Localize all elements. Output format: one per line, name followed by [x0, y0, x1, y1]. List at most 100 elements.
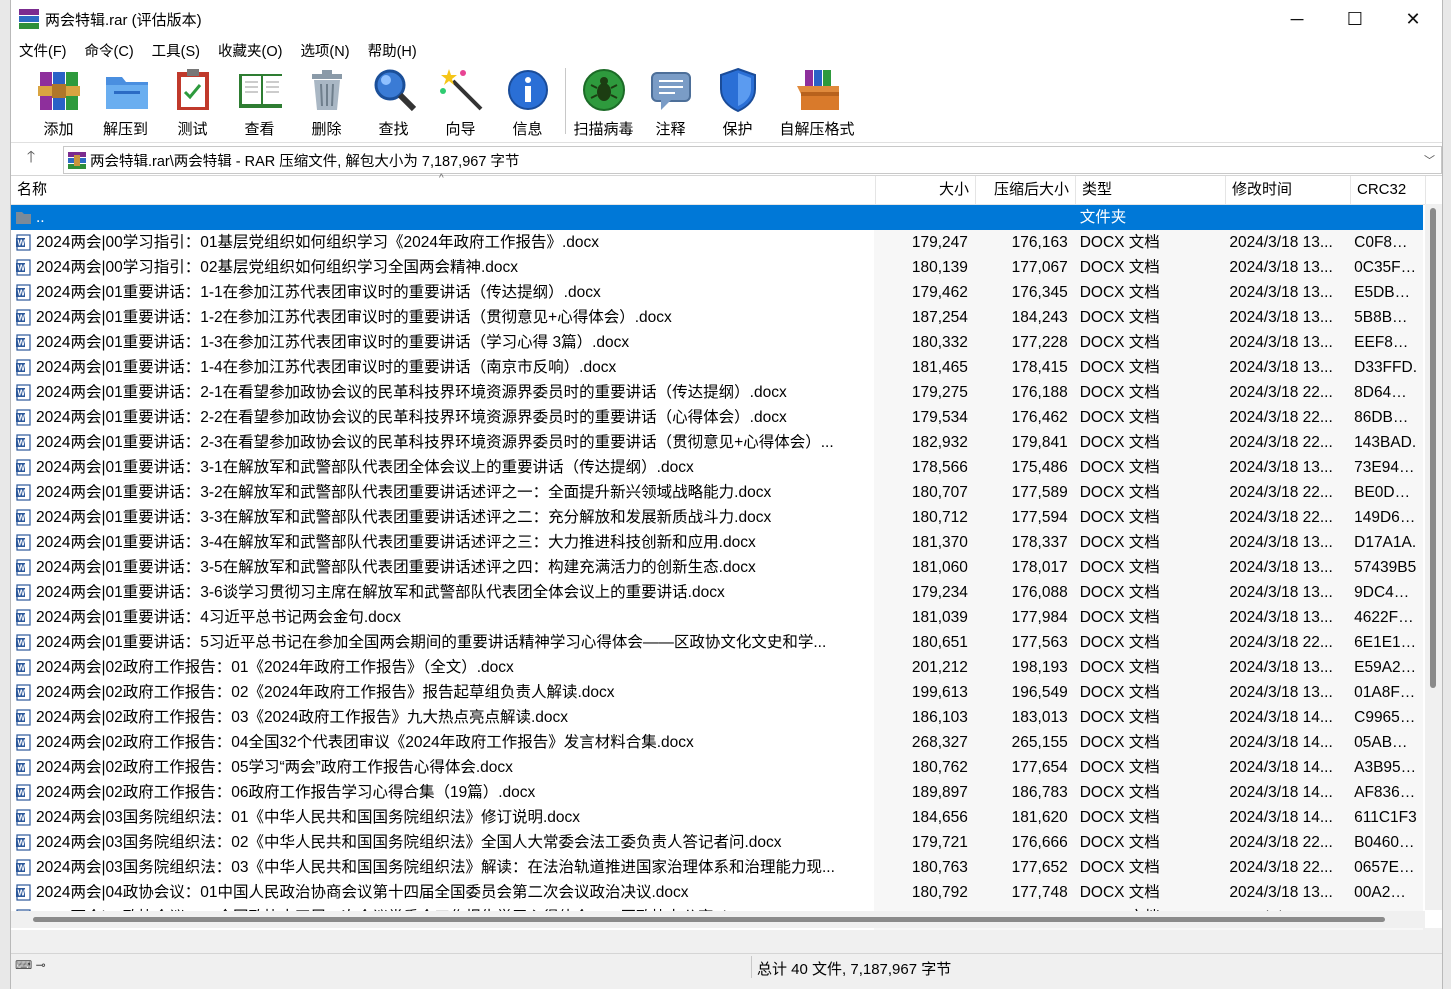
file-modified: 2024/3/18 13... — [1223, 605, 1349, 630]
file-row[interactable]: W 2024两会|02政府工作报告：06政府工作报告学习心得合集（19篇）.doc… — [11, 780, 1423, 805]
file-type: DOCX 文档 — [1073, 280, 1224, 305]
file-packed-size: 177,748 — [973, 880, 1074, 905]
sfx-button[interactable]: 自解压格式 — [771, 62, 863, 139]
file-crc: A3B951... — [1348, 755, 1423, 780]
file-row[interactable]: W 2024两会|00学习指引：01基层党组织如何组织学习《2024年政府工作报告… — [11, 230, 1423, 255]
file-row[interactable]: W 2024两会|02政府工作报告：01《2024年政府工作报告》（全文）.doc… — [11, 655, 1423, 680]
file-crc: D17A1A. — [1348, 530, 1423, 555]
file-row[interactable]: W 2024两会|01重要讲话：1-3在参加江苏代表团审议时的重要讲话（学习心得 … — [11, 330, 1423, 355]
file-row[interactable]: W 2024两会|03国务院组织法：02《中华人民共和国国务院组织法》全国人大常委… — [11, 830, 1423, 855]
column-size[interactable]: 大小 — [876, 176, 976, 204]
sfx-label: 自解压格式 — [779, 121, 855, 138]
file-crc: D33FFD. — [1348, 355, 1423, 380]
column-packed[interactable]: 压缩后大小 — [976, 176, 1076, 204]
file-row[interactable]: W 2024两会|01重要讲话：5习近平总书记在参加全国两会期间的重要讲话精神学习… — [11, 630, 1423, 655]
file-row[interactable]: W 2024两会|03国务院组织法：03《中华人民共和国国务院组织法》解读：在法治… — [11, 855, 1423, 880]
file-packed-size: 181,620 — [973, 805, 1074, 830]
find-button[interactable]: 查找 — [360, 62, 427, 139]
file-row[interactable]: W 2024两会|01重要讲话：2-1在看望参加政协会议的民革科技界环境资源界委员… — [11, 380, 1423, 405]
file-row[interactable]: W 2024两会|01重要讲话：2-3在看望参加政协会议的民革科技界环境资源界委员… — [11, 430, 1423, 455]
parent-folder-row[interactable]: .. 文件夹 — [11, 205, 1423, 230]
file-packed-size: 198,193 — [973, 655, 1074, 680]
file-row[interactable]: W 2024两会|01重要讲话：2-2在看望参加政协会议的民革科技界环境资源界委员… — [11, 405, 1423, 430]
file-name: 2024两会|03国务院组织法：02《中华人民共和国国务院组织法》全国人大常委会… — [36, 834, 782, 851]
file-packed-size: 177,589 — [973, 480, 1074, 505]
menu-options[interactable]: 选项(N) — [300, 40, 349, 61]
menu-commands[interactable]: 命令(C) — [85, 40, 134, 61]
file-modified: 2024/3/18 13... — [1223, 230, 1349, 255]
wizard-button[interactable]: 向导 — [427, 62, 494, 139]
svg-text:W: W — [18, 489, 26, 498]
file-row[interactable]: W 2024两会|02政府工作报告：02《2024年政府工作报告》报告起草组负责人… — [11, 680, 1423, 705]
horizontal-scroll-thumb[interactable] — [33, 917, 1385, 922]
file-packed-size: 177,652 — [973, 855, 1074, 880]
file-row[interactable]: W 2024两会|02政府工作报告：04全国32个代表团审议《2024年政府工作报… — [11, 730, 1423, 755]
minimize-button[interactable]: ─ — [1268, 0, 1326, 38]
file-packed-size: 177,563 — [973, 630, 1074, 655]
file-row[interactable]: W 2024两会|01重要讲话：3-3在解放军和武警部队代表团重要讲话述评之二：充… — [11, 505, 1423, 530]
file-row[interactable]: W 2024两会|01重要讲话：1-1在参加江苏代表团审议时的重要讲话（传达提纲）… — [11, 280, 1423, 305]
word-document-icon: W — [16, 634, 31, 651]
file-packed-size: 178,017 — [973, 555, 1074, 580]
menu-favorites[interactable]: 收藏夹(O) — [218, 40, 282, 61]
column-modified[interactable]: 修改时间 — [1226, 176, 1351, 204]
test-button[interactable]: 测试 — [159, 62, 226, 139]
word-document-icon: W — [16, 434, 31, 451]
add-label: 添加 — [43, 121, 74, 138]
file-crc: 73E94E... — [1348, 455, 1423, 480]
svg-text:W: W — [18, 439, 26, 448]
file-row[interactable]: W 2024两会|04政协会议：01中国人民政治协商会议第十四届全国委员会第二次会… — [11, 880, 1423, 905]
comment-button[interactable]: 注释 — [637, 62, 704, 139]
file-row[interactable]: W 2024两会|01重要讲话：3-4在解放军和武警部队代表团重要讲话述评之三：大… — [11, 530, 1423, 555]
column-crc[interactable]: CRC32 — [1351, 176, 1426, 204]
file-row[interactable]: W 2024两会|00学习指引：02基层党组织如何组织学习全国两会精神.docx 1… — [11, 255, 1423, 280]
menu-help[interactable]: 帮助(H) — [368, 40, 417, 61]
vertical-scrollbar[interactable] — [1425, 204, 1442, 910]
file-name-cell: W 2024两会|01重要讲话：5习近平总书记在参加全国两会期间的重要讲话精神学习… — [11, 630, 875, 655]
add-button[interactable]: 添加 — [25, 62, 92, 139]
file-row[interactable]: W 2024两会|01重要讲话：3-6谈学习贯彻习主席在解放军和武警部队代表团全体… — [11, 580, 1423, 605]
path-field[interactable]: 两会特辑.rar\两会特辑 - RAR 压缩文件, 解包大小为 7,187,96… — [63, 146, 1442, 174]
file-row[interactable]: W 2024两会|01重要讲话：4习近平总书记两会金句.docx 181,039 17… — [11, 605, 1423, 630]
horizontal-scrollbar[interactable] — [11, 911, 1425, 928]
protect-button[interactable]: 保护 — [704, 62, 771, 139]
svg-text:W: W — [18, 664, 26, 673]
menu-file[interactable]: 文件(F) — [19, 40, 67, 61]
svg-text:W: W — [18, 264, 26, 273]
file-name: 2024两会|01重要讲话：1-3在参加江苏代表团审议时的重要讲话（学习心得 3… — [36, 334, 630, 351]
file-row[interactable]: W 2024两会|01重要讲话：3-2在解放军和武警部队代表团重要讲话述评之一：全… — [11, 480, 1423, 505]
file-row[interactable]: W 2024两会|01重要讲话：3-5在解放军和武警部队代表团重要讲话述评之四：构… — [11, 555, 1423, 580]
file-row[interactable]: W 2024两会|01重要讲话：1-4在参加江苏代表团审议时的重要讲话（南京市反响… — [11, 355, 1423, 380]
column-type[interactable]: 类型 — [1076, 176, 1226, 204]
file-size: 199,613 — [874, 680, 974, 705]
view-button[interactable]: 查看 — [226, 62, 293, 139]
file-type: DOCX 文档 — [1073, 880, 1224, 905]
extract-to-button[interactable]: 解压到 — [92, 62, 159, 139]
file-type: DOCX 文档 — [1073, 805, 1224, 830]
maximize-button[interactable]: ☐ — [1326, 0, 1384, 38]
up-folder-button[interactable]: 🡑 — [11, 146, 51, 173]
file-row[interactable]: W 2024两会|02政府工作报告：03《2024政府工作报告》九大热点亮点解读.… — [11, 705, 1423, 730]
add-archive-icon — [37, 68, 81, 112]
file-rows: .. 文件夹 W 2024两会|00学习指引：01基层党组织如何组织学习《2024… — [11, 205, 1423, 930]
scan-virus-button[interactable]: 扫描病毒 — [570, 62, 637, 139]
parent-modified — [1223, 205, 1348, 230]
chevron-down-icon[interactable]: ﹀ — [1424, 152, 1435, 168]
drive-status-icon[interactable]: ⌨ ⊸ — [15, 958, 46, 972]
close-button[interactable]: ✕ — [1384, 0, 1442, 38]
menu-tools[interactable]: 工具(S) — [152, 40, 200, 61]
file-row[interactable]: W 2024两会|03国务院组织法：01《中华人民共和国国务院组织法》修订说明.d… — [11, 805, 1423, 830]
file-row[interactable]: W 2024两会|01重要讲话：1-2在参加江苏代表团审议时的重要讲话（贯彻意见+… — [11, 305, 1423, 330]
file-modified: 2024/3/18 13... — [1223, 355, 1349, 380]
address-bar: 🡑 两会特辑.rar\两会特辑 - RAR 压缩文件, 解包大小为 7,187,… — [11, 143, 1442, 176]
delete-button[interactable]: 删除 — [293, 62, 360, 139]
svg-text:W: W — [18, 514, 26, 523]
file-row[interactable]: W 2024两会|01重要讲话：3-1在解放军和武警部队代表团全体会议上的重要讲话… — [11, 455, 1423, 480]
file-crc: AF8365E — [1348, 780, 1423, 805]
file-name: 2024两会|03国务院组织法：03《中华人民共和国国务院组织法》解读：在法治轨… — [36, 859, 835, 876]
file-type: DOCX 文档 — [1073, 230, 1224, 255]
word-document-icon: W — [16, 684, 31, 701]
vertical-scroll-thumb[interactable] — [1430, 208, 1436, 688]
file-row[interactable]: W 2024两会|02政府工作报告：05学习“两会”政府工作报告心得体会.docx… — [11, 755, 1423, 780]
info-button[interactable]: 信息 — [494, 62, 561, 139]
